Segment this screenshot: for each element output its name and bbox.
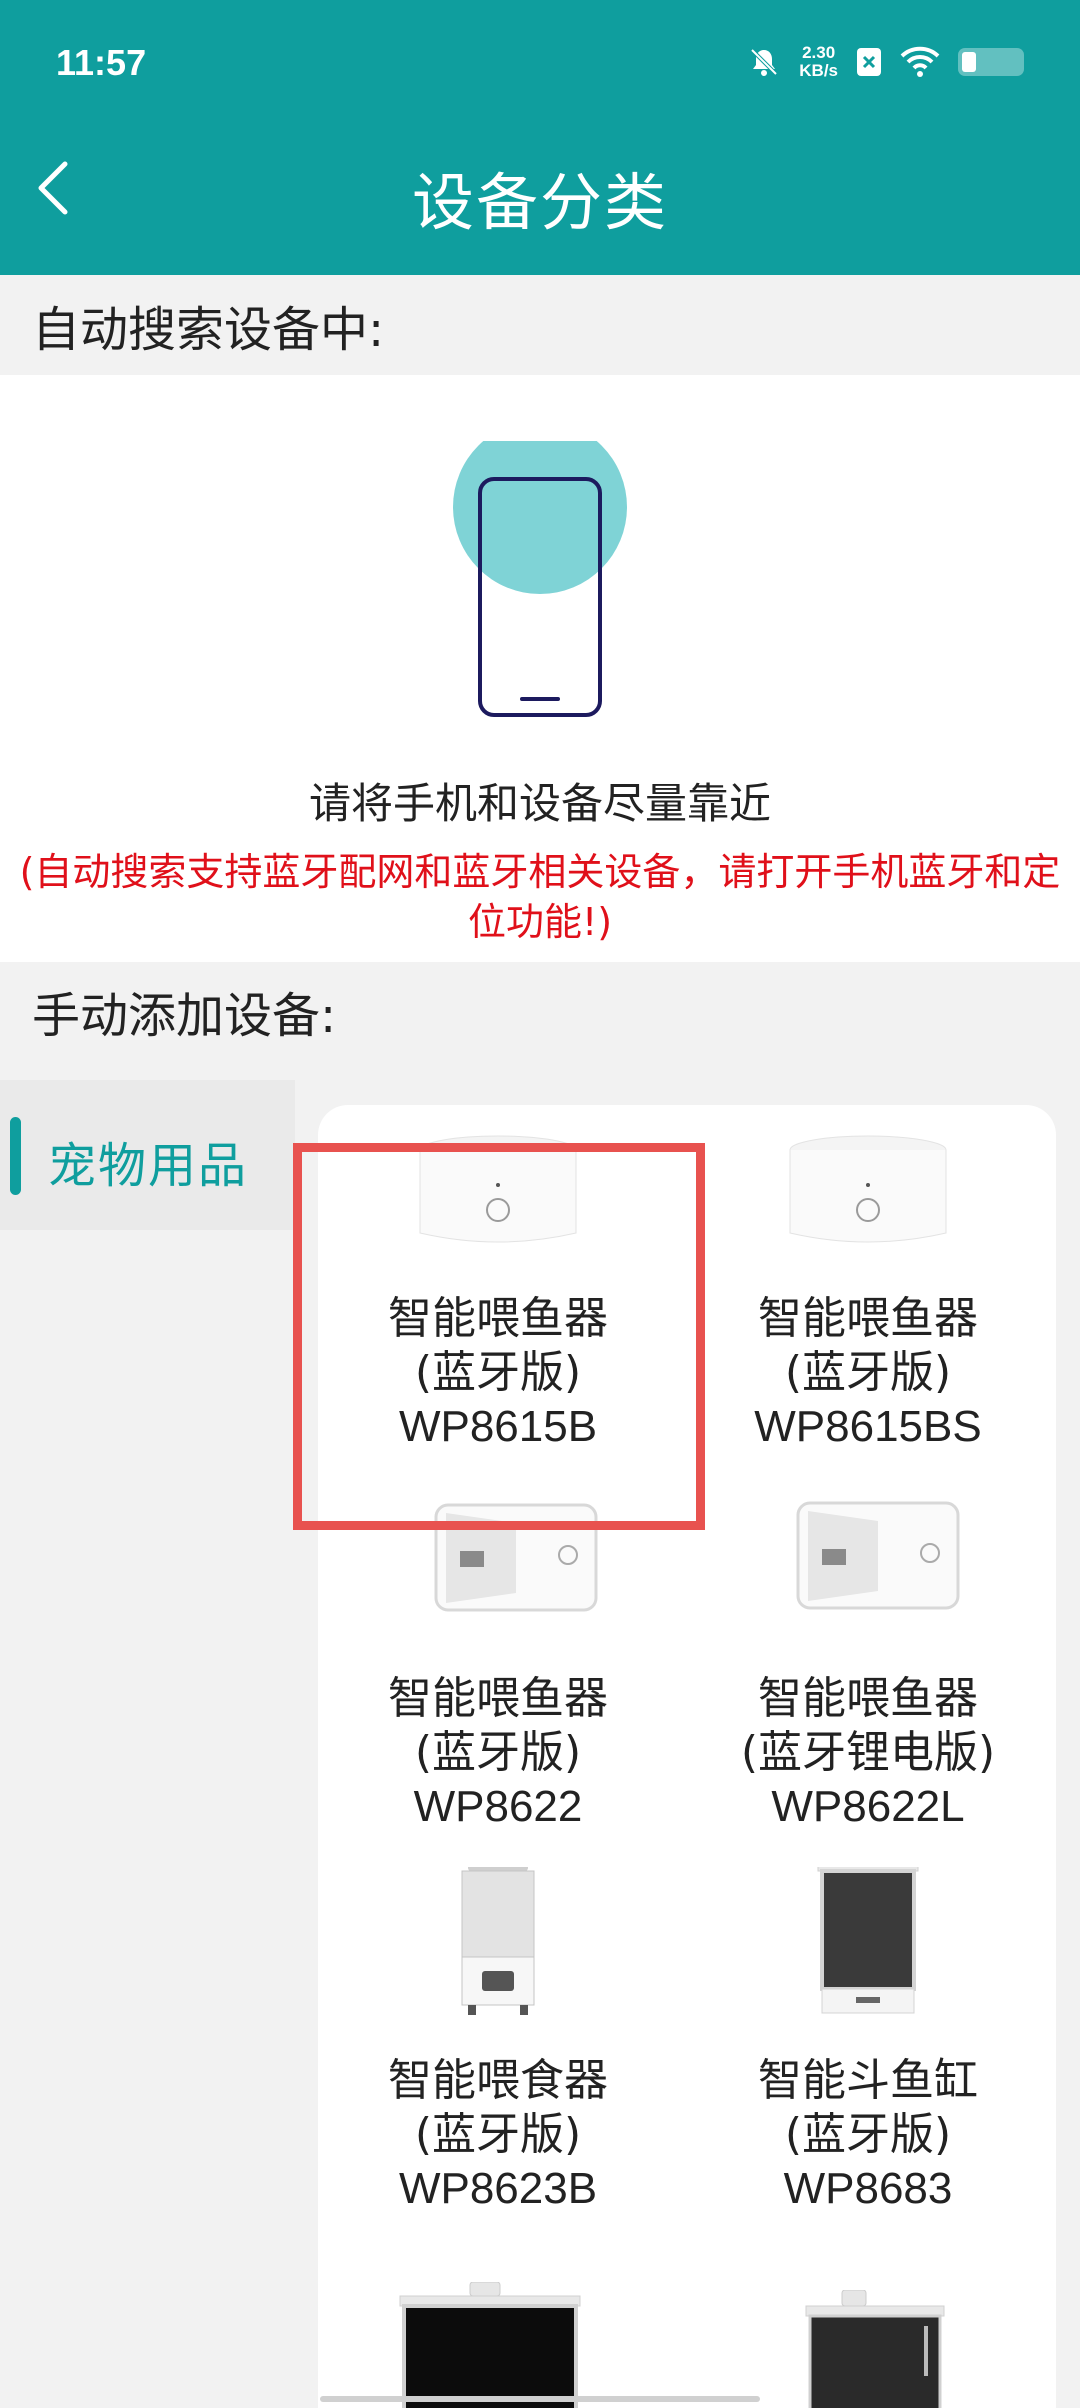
bluetooth-warning: (自动搜索支持蓝牙配网和蓝牙相关设备，请打开手机蓝牙和定位功能!) xyxy=(19,850,1061,944)
device-model: WP8615BS xyxy=(754,1402,982,1451)
device-name: 智能喂鱼器 xyxy=(758,1673,978,1724)
device-model: WP8623B xyxy=(398,2164,598,2213)
status-icons: 2.30 KB/s xyxy=(747,40,1024,84)
category-label: 宠物用品 xyxy=(48,1138,249,1194)
network-speed-value: 2.30 xyxy=(802,43,836,62)
device-item-wp8622l[interactable]: 智能喂鱼器 (蓝牙锂电版) WP8622L xyxy=(688,1485,1048,1865)
device-name: 智能喂食器 xyxy=(388,2055,608,2106)
app-header: 11:57 2.30 KB/s 设备分类 xyxy=(0,0,1080,275)
device-item-wp8683[interactable]: 智能斗鱼缸 (蓝牙版) WP8683 xyxy=(688,1867,1048,2247)
device-variant: (蓝牙锂电版) xyxy=(740,1727,996,1778)
fish-tank-image xyxy=(805,2290,945,2408)
selection-highlight-frame xyxy=(293,1143,705,1530)
wifi-icon xyxy=(900,46,940,77)
pet-feeder-image xyxy=(461,1867,535,2015)
device-model: WP8622L xyxy=(771,1782,965,1831)
device-name: 智能斗鱼缸 xyxy=(758,2055,978,2106)
device-item-wp8623b[interactable]: 智能喂食器 (蓝牙版) WP8623B xyxy=(318,1867,678,2247)
device-name: 智能喂鱼器 xyxy=(758,1293,978,1344)
scroll-indicator xyxy=(320,2396,760,2402)
sim-x-icon xyxy=(857,48,881,76)
status-time: 11:57 xyxy=(56,42,147,83)
device-model: WP8683 xyxy=(783,2164,953,2213)
device-item-wp8622[interactable]: 智能喂鱼器 (蓝牙版) WP8622 xyxy=(318,1485,678,1865)
mute-bell-icon xyxy=(750,48,778,76)
device-variant: (蓝牙版) xyxy=(414,2109,582,2160)
page-title: 设备分类 xyxy=(411,166,668,239)
manual-add-heading: 手动添加设备: xyxy=(0,962,1080,1059)
category-selected-indicator xyxy=(10,1117,21,1195)
auto-search-panel: 请将手机和设备尽量靠近 (自动搜索支持蓝牙配网和蓝牙相关设备，请打开手机蓝牙和定… xyxy=(0,375,1080,962)
betta-tank-image xyxy=(817,1867,919,2014)
fish-feeder-box-image xyxy=(796,1501,960,1610)
auto-search-heading: 自动搜索设备中: xyxy=(0,275,1080,375)
device-name: 智能喂鱼器 xyxy=(388,1673,608,1724)
network-speed: 2.30 KB/s xyxy=(799,44,838,80)
device-variant: (蓝牙版) xyxy=(784,1347,952,1398)
phone-near-device-illustration xyxy=(453,441,627,717)
network-speed-unit: KB/s xyxy=(799,61,838,80)
battery-icon xyxy=(958,48,1024,76)
device-item-wp8615bs[interactable]: 智能喂鱼器 (蓝牙版) WP8615BS xyxy=(688,1105,1048,1485)
device-variant: (蓝牙版) xyxy=(414,1727,582,1778)
device-model: WP8622 xyxy=(413,1782,583,1831)
fish-tank-image xyxy=(399,2282,581,2408)
device-item-partial-left[interactable] xyxy=(318,2282,678,2408)
proximity-hint: 请将手机和设备尽量靠近 xyxy=(308,779,771,828)
device-item-partial-right[interactable] xyxy=(688,2290,1048,2408)
fish-feeder-round-image xyxy=(789,1135,947,1243)
category-item-pet-supplies[interactable]: 宠物用品 xyxy=(0,1080,295,1230)
device-variant: (蓝牙版) xyxy=(784,2109,952,2160)
